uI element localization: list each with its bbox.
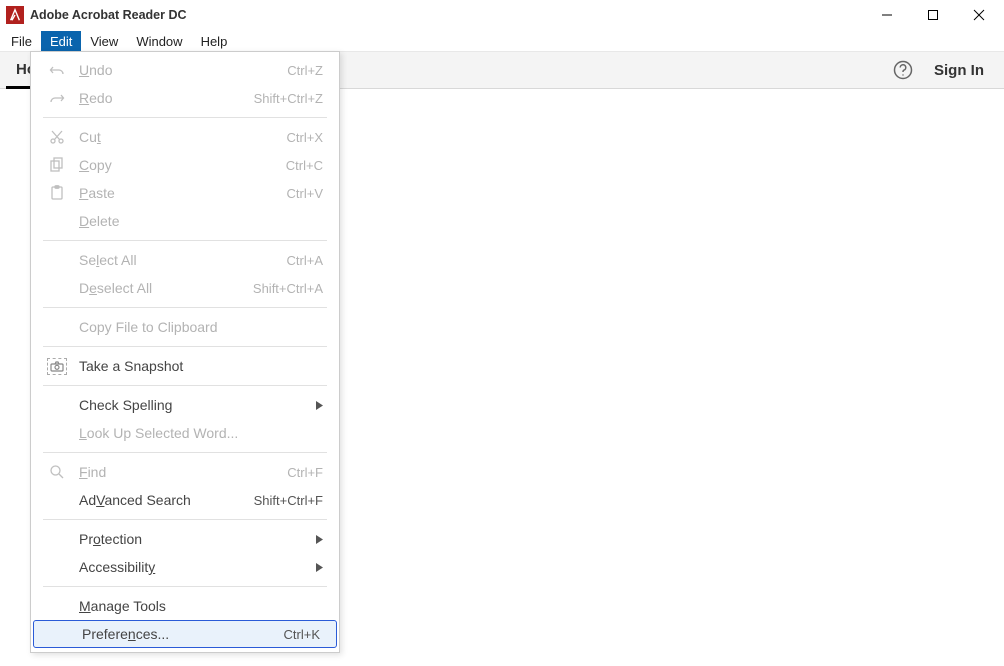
menuitem-label: AdVanced Search <box>73 492 254 508</box>
menu-separator <box>43 307 327 308</box>
menuitem-label: Protection <box>73 531 316 547</box>
menuitem-label: Cut <box>73 129 287 145</box>
search-icon <box>31 464 73 480</box>
menu-view[interactable]: View <box>81 31 127 51</box>
menuitem-snapshot[interactable]: Take a Snapshot <box>31 352 339 380</box>
menu-window[interactable]: Window <box>127 31 191 51</box>
menuitem-label: Manage Tools <box>73 598 339 614</box>
menuitem-preferences[interactable]: Preferences... Ctrl+K <box>33 620 337 648</box>
menuitem-label: Preferences... <box>76 626 284 642</box>
undo-icon <box>31 62 73 78</box>
menubar: File Edit View Window Help <box>0 31 1004 52</box>
shortcut-label: Ctrl+X <box>287 130 339 145</box>
submenu-arrow-icon <box>316 531 339 547</box>
clipboard-icon <box>31 185 73 201</box>
menuitem-cut[interactable]: Cut Ctrl+X <box>31 123 339 151</box>
menuitem-label: Take a Snapshot <box>73 358 339 374</box>
menuitem-lookup-word[interactable]: Look Up Selected Word... <box>31 419 339 447</box>
window-close-button[interactable] <box>956 0 1002 30</box>
menuitem-advanced-search[interactable]: AdVanced Search Shift+Ctrl+F <box>31 486 339 514</box>
menuitem-delete[interactable]: Delete <box>31 207 339 235</box>
menuitem-label: Paste <box>73 185 287 201</box>
menuitem-protection[interactable]: Protection <box>31 525 339 553</box>
menuitem-manage-tools[interactable]: Manage Tools <box>31 592 339 620</box>
menuitem-check-spelling[interactable]: Check Spelling <box>31 391 339 419</box>
app-icon <box>6 6 24 24</box>
menu-separator <box>43 240 327 241</box>
menuitem-deselect-all[interactable]: Deselect All Shift+Ctrl+A <box>31 274 339 302</box>
menu-separator <box>43 452 327 453</box>
menuitem-label: Undo <box>73 62 287 78</box>
edit-dropdown: Undo Ctrl+Z Redo Shift+Ctrl+Z Cut Ctrl+X… <box>30 51 340 653</box>
window-title: Adobe Acrobat Reader DC <box>30 8 187 22</box>
menu-separator <box>43 519 327 520</box>
shortcut-label: Shift+Ctrl+Z <box>254 91 339 106</box>
menu-file[interactable]: File <box>2 31 41 51</box>
window-titlebar: Adobe Acrobat Reader DC <box>0 0 1004 31</box>
shortcut-label: Shift+Ctrl+F <box>254 493 339 508</box>
menuitem-copy-file[interactable]: Copy File to Clipboard <box>31 313 339 341</box>
menu-separator <box>43 346 327 347</box>
sign-in-button[interactable]: Sign In <box>920 52 998 88</box>
submenu-arrow-icon <box>316 397 339 413</box>
menuitem-label: Deselect All <box>73 280 253 296</box>
window-minimize-button[interactable] <box>864 0 910 30</box>
menu-help[interactable]: Help <box>192 31 237 51</box>
shortcut-label: Ctrl+K <box>284 627 336 642</box>
menuitem-label: Delete <box>73 213 339 229</box>
menuitem-accessibility[interactable]: Accessibility <box>31 553 339 581</box>
menu-edit[interactable]: Edit <box>41 31 81 51</box>
shortcut-label: Ctrl+F <box>287 465 339 480</box>
submenu-arrow-icon <box>316 559 339 575</box>
menuitem-label: Look Up Selected Word... <box>73 425 339 441</box>
window-maximize-button[interactable] <box>910 0 956 30</box>
menuitem-label: Copy File to Clipboard <box>73 319 339 335</box>
menuitem-undo[interactable]: Undo Ctrl+Z <box>31 56 339 84</box>
help-button[interactable] <box>886 52 920 88</box>
shortcut-label: Shift+Ctrl+A <box>253 281 339 296</box>
menuitem-label: Check Spelling <box>73 397 316 413</box>
shortcut-label: Ctrl+V <box>287 186 339 201</box>
menu-separator <box>43 385 327 386</box>
menuitem-label: Redo <box>73 90 254 106</box>
camera-icon <box>31 358 73 375</box>
redo-icon <box>31 90 73 106</box>
menuitem-find[interactable]: Find Ctrl+F <box>31 458 339 486</box>
shortcut-label: Ctrl+A <box>287 253 339 268</box>
shortcut-label: Ctrl+C <box>286 158 339 173</box>
menu-separator <box>43 586 327 587</box>
shortcut-label: Ctrl+Z <box>287 63 339 78</box>
menuitem-copy[interactable]: Copy Ctrl+C <box>31 151 339 179</box>
menuitem-redo[interactable]: Redo Shift+Ctrl+Z <box>31 84 339 112</box>
scissors-icon <box>31 129 73 145</box>
menuitem-label: Copy <box>73 157 286 173</box>
menuitem-label: Find <box>73 464 287 480</box>
menuitem-select-all[interactable]: Select All Ctrl+A <box>31 246 339 274</box>
copy-icon <box>31 157 73 173</box>
menuitem-paste[interactable]: Paste Ctrl+V <box>31 179 339 207</box>
menuitem-label: Select All <box>73 252 287 268</box>
menu-separator <box>43 117 327 118</box>
menuitem-label: Accessibility <box>73 559 316 575</box>
